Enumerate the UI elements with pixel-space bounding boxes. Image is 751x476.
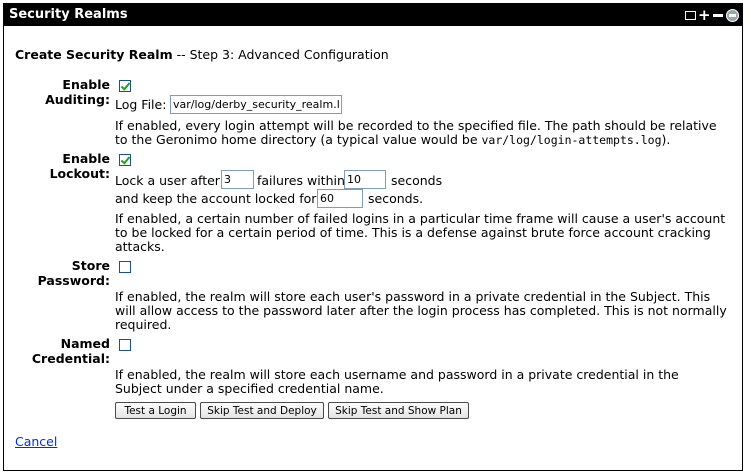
log-file-input[interactable] [170,95,342,114]
skip-test-deploy-button[interactable]: Skip Test and Deploy [200,402,324,419]
window-controls: + [685,8,739,23]
cancel-link[interactable]: Cancel [15,434,57,449]
lock-user-after-text: Lock a user after [115,173,220,188]
heading-title: Create Security Realm [15,47,173,62]
store-password-description: If enabled, the realm will store each us… [115,289,727,332]
named-credential-label: Named Credential: [14,336,110,366]
skip-test-show-plan-button[interactable]: Skip Test and Show Plan [328,402,469,419]
failures-within-text: failures within [257,173,345,188]
auditing-desc-code: var/log/login-attempts.log [481,133,662,147]
store-password-label: Store Password: [14,258,110,288]
store-password-checkbox[interactable] [119,261,131,273]
heading-separator: -- [172,47,190,62]
within-seconds-input[interactable] [344,170,386,189]
store-password-label-line2: Password: [37,273,110,288]
enable-auditing-checkbox[interactable] [119,80,131,92]
portlet-titlebar: Security Realms + [4,4,742,26]
named-credential-label-line1: Named [60,336,110,351]
restore-icon[interactable]: + [698,8,711,23]
test-login-button[interactable]: Test a Login [115,402,196,419]
page-heading: Create Security Realm -- Step 3: Advance… [15,47,389,62]
log-file-label: Log File: [115,97,167,112]
auditing-label-line1: Enable [62,77,110,92]
store-password-label-line1: Store [71,258,110,273]
named-credential-checkbox[interactable] [119,339,131,351]
lockout-label-line2: Lockout: [49,166,110,181]
auditing-label: Enable Auditing: [14,77,110,107]
seconds-text-1: seconds [391,173,443,188]
lockout-label: Enable Lockout: [14,151,110,181]
close-icon[interactable] [726,8,739,22]
keep-locked-text: and keep the account locked for [115,191,317,206]
seconds-text-2: seconds. [368,191,424,206]
portlet-title: Security Realms [9,7,128,22]
lockout-description: If enabled, a certain number of failed l… [115,211,726,254]
enable-lockout-checkbox[interactable] [119,154,131,166]
lockout-label-line1: Enable [62,151,110,166]
minimize-icon[interactable] [713,13,723,17]
auditing-label-line2: Auditing: [45,92,110,107]
locked-seconds-input[interactable] [317,189,363,208]
failures-count-input[interactable] [221,170,254,189]
auditing-description: If enabled, every login attempt will be … [115,119,727,148]
named-credential-description: If enabled, the realm will store each us… [115,367,679,396]
auditing-desc-part2: ). [661,132,671,147]
named-credential-label-line2: Credential: [31,351,110,366]
maximize-icon[interactable] [685,10,696,20]
heading-step: Step 3: Advanced Configuration [189,47,389,62]
